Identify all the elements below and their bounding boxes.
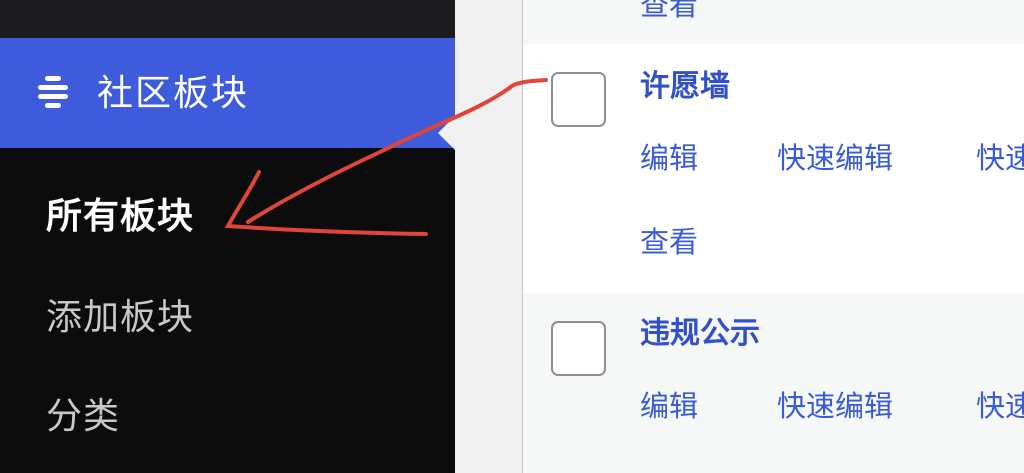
table-row: 违规公示 编辑 快速编辑 快速: [523, 293, 1024, 473]
sidebar-section-label: 社区板块: [97, 73, 250, 114]
row-action-view[interactable]: 查看: [640, 0, 698, 22]
forum-list-table: 查看 许愿墙 编辑 快速编辑 快速 查看 违规公示 编辑 快速编辑 快速: [522, 0, 1024, 473]
table-row: 许愿墙 编辑 快速编辑 快速 查看: [523, 44, 1024, 293]
submenu-categories[interactable]: 分类: [46, 397, 120, 437]
submenu-add-forum[interactable]: 添加板块: [46, 298, 194, 338]
submenu-all-forums[interactable]: 所有板块: [46, 197, 194, 237]
active-pointer: [438, 116, 455, 150]
row-action-view[interactable]: 查看: [640, 225, 698, 259]
admin-sidebar: 社区板块 所有板块 添加板块 分类: [0, 0, 455, 473]
table-row: 查看: [523, 0, 1024, 44]
row-action-edit[interactable]: 编辑: [640, 141, 698, 175]
row-action-quick[interactable]: 快速: [976, 389, 1024, 423]
sidebar-item-community-forums[interactable]: 社区板块: [0, 38, 455, 150]
row-action-edit[interactable]: 编辑: [640, 389, 698, 423]
row-checkbox[interactable]: [551, 72, 606, 127]
forum-icon: [36, 74, 70, 110]
row-action-quick-edit[interactable]: 快速编辑: [777, 389, 893, 423]
row-title[interactable]: 违规公示: [640, 317, 760, 351]
row-action-quick-edit[interactable]: 快速编辑: [777, 141, 893, 175]
main-content: 查看 许愿墙 编辑 快速编辑 快速 查看 违规公示 编辑 快速编辑 快速: [455, 0, 1024, 473]
row-checkbox[interactable]: [551, 321, 606, 376]
row-action-quick[interactable]: 快速: [976, 141, 1024, 175]
sidebar-top-strip: [0, 0, 455, 38]
row-title[interactable]: 许愿墙: [640, 70, 730, 104]
